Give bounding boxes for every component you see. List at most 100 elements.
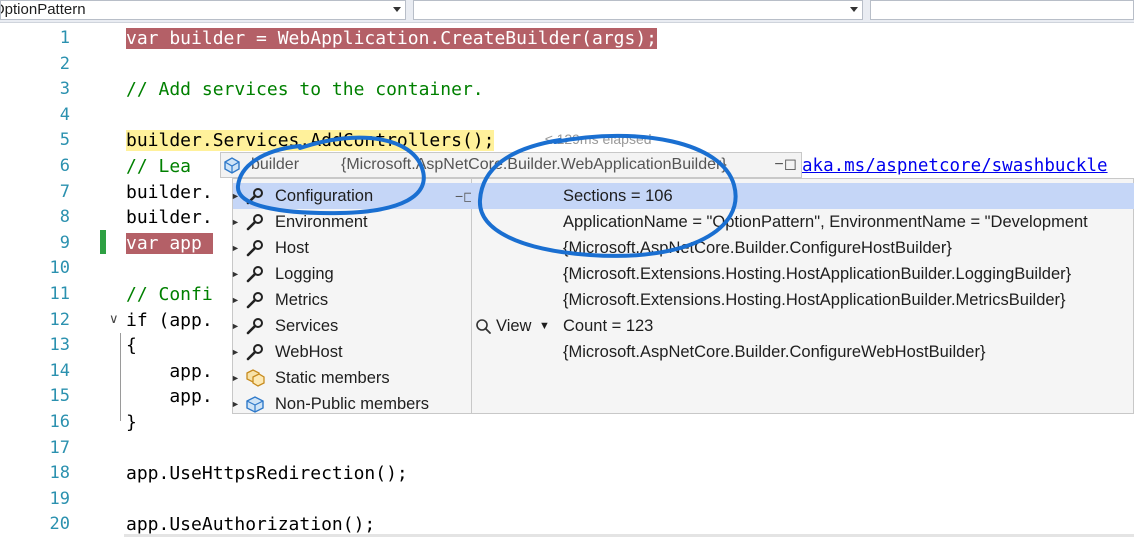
member-row-static-members[interactable]: ► Static members [231,365,471,391]
expand-triangle-icon[interactable]: ► [231,391,240,417]
member-row-non-public-members[interactable]: ► Non-Public members [231,391,471,417]
chevron-down-icon[interactable] [850,7,858,12]
wrench-icon [246,318,263,335]
member-label: Host [275,239,309,257]
datatip-members-panel: ► Configuration −◻ ► Environment ► Host … [231,178,1134,417]
code-line-breakpoint[interactable]: var app [126,232,213,254]
line-number: 17 [49,437,70,458]
member-label: Environment [275,213,368,231]
expand-triangle-icon[interactable]: ► [231,183,240,209]
code-line[interactable]: builder. [126,180,213,206]
swashbuckle-link[interactable]: aka.ms/aspnetcore/swashbuckle [802,154,1108,180]
expand-triangle-icon[interactable]: ► [231,287,240,313]
expand-triangle-icon[interactable]: ► [231,261,240,287]
member-row-webhost[interactable]: ► WebHost [231,339,471,365]
member-value-metrics: {Microsoft.Extensions.Hosting.HostApplic… [563,291,1066,309]
member-row-environment[interactable]: ► Environment [231,209,471,235]
project-combo-label: OptionPattern [0,1,86,18]
member-label: Logging [275,265,334,283]
object-icon [246,396,264,413]
line-number: 3 [59,79,70,100]
fold-chevron-icon[interactable]: ∨ [109,312,119,327]
member-value-environment: ApplicationName = "OptionPattern", Envir… [563,213,1088,231]
line-number: 5 [59,130,70,151]
expand-triangle-icon[interactable]: ► [231,209,240,235]
member-value-logging: {Microsoft.Extensions.Hosting.HostApplic… [563,265,1072,283]
member-value-host: {Microsoft.AspNetCore.Builder.ConfigureH… [563,239,952,257]
member-label: Configuration [275,187,374,205]
editor-horizontal-rule [124,534,1134,537]
member-label: Services [275,317,339,335]
object-icon [224,157,240,174]
wrench-icon [246,214,263,231]
expand-triangle-icon[interactable]: ► [231,313,240,339]
member-row-metrics[interactable]: ► Metrics [231,287,471,313]
code-line[interactable]: builder. [126,205,213,231]
code-line[interactable]: { [126,333,137,359]
line-number: 9 [59,232,70,253]
line-number: 15 [49,386,70,407]
line-number: 16 [49,412,70,432]
chevron-down-icon[interactable] [393,7,401,12]
line-number: 14 [49,360,70,381]
static-members-icon [246,369,265,387]
line-number: 10 [49,258,70,279]
code-line-comment[interactable]: // Confi [126,282,213,308]
line-number: 18 [49,463,70,484]
line-number: 6 [59,156,70,176]
expand-triangle-icon[interactable]: ► [231,339,240,365]
code-line[interactable]: app.UseHttpsRedirection(); [126,461,408,487]
indent-guide [120,333,121,421]
datatip-variable-name: builder [251,156,300,173]
member-row-host[interactable]: ► Host [231,235,471,261]
line-number: 13 [49,335,70,356]
line-number: 19 [49,488,70,509]
line-number: 1 [59,28,70,48]
wrench-icon [246,188,263,205]
column-divider [471,179,472,413]
member-label: Static members [275,369,390,387]
member-label: WebHost [275,343,343,361]
project-combo[interactable]: OptionPattern [0,0,406,20]
code-line[interactable]: app. [126,359,212,385]
line-number: 4 [59,104,70,125]
code-line[interactable]: if (app. [126,308,213,334]
member-combo[interactable] [870,0,1134,20]
member-value-sections: Sections = 106 [471,183,1134,209]
code-line[interactable]: } [126,410,137,436]
code-line-breakpoint[interactable]: var builder = WebApplication.CreateBuild… [126,28,658,49]
change-indicator [100,230,106,254]
chevron-down-icon[interactable]: ▼ [539,313,550,339]
line-number: 12 [49,309,70,330]
line-number: 2 [59,53,70,74]
wrench-icon [246,266,263,283]
type-combo[interactable] [413,0,863,20]
view-button-label: View [496,317,532,335]
member-row-configuration[interactable]: ► Configuration −◻ [231,183,475,209]
elapsed-time-hint: ≤ 129ms elapsed [545,131,652,147]
expand-triangle-icon[interactable]: ► [231,365,240,391]
datatip-variable-value: {Microsoft.AspNetCore.Builder.WebApplica… [341,156,727,173]
navigation-bar: OptionPattern [0,0,1134,23]
code-line-comment[interactable]: // Lea [126,154,191,180]
member-label: Metrics [275,291,329,309]
member-value-services: Count = 123 [563,317,654,335]
code-line-comment[interactable]: // Add services to the container. [126,77,484,103]
datatip-header: ▲ builder {Microsoft.AspNetCore.Builder.… [220,152,802,178]
wrench-icon [246,240,263,257]
member-row-services[interactable]: ► Services [231,313,471,339]
member-label: Non-Public members [275,395,430,413]
member-value-webhost: {Microsoft.AspNetCore.Builder.ConfigureW… [563,343,986,361]
wrench-icon [246,344,263,361]
pin-icon[interactable]: −◻ [774,153,797,177]
magnifier-icon [476,319,491,334]
line-number: 11 [49,284,70,304]
member-row-logging[interactable]: ► Logging [231,261,471,287]
line-number: 8 [59,207,70,228]
wrench-icon [246,292,263,309]
current-statement-line[interactable]: builder.Services.AddControllers(); [126,130,495,152]
code-line[interactable]: app. [126,384,212,410]
expand-triangle-icon[interactable]: ► [231,235,240,261]
line-number: 7 [59,181,70,202]
line-number: 20 [49,514,70,535]
